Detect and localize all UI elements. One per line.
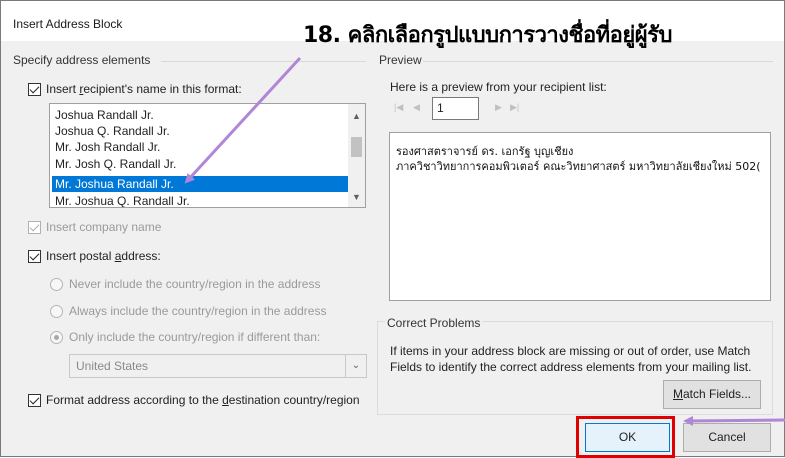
last-record-icon[interactable]: ▶|: [510, 102, 519, 113]
preview-heading: Preview: [379, 53, 422, 67]
previous-record-icon[interactable]: ◀: [413, 102, 420, 113]
dialog-title: Insert Address Block: [13, 17, 123, 31]
only-if-different-label: Only include the country/region if diffe…: [69, 330, 321, 344]
name-format-option[interactable]: Mr. Joshua Q. Randall Jr.: [52, 193, 348, 207]
always-include-country-radio[interactable]: [50, 305, 63, 318]
preview-separator: [423, 61, 773, 62]
specify-separator: [161, 61, 366, 62]
name-format-option[interactable]: Joshua Q. Randall Jr.: [52, 123, 348, 139]
name-format-option[interactable]: Mr. Josh Randall Jr.: [52, 139, 348, 155]
never-include-country-radio[interactable]: [50, 278, 63, 291]
name-format-option[interactable]: Mr. Josh Q. Randall Jr.: [52, 156, 348, 172]
never-include-country-label: Never include the country/region in the …: [69, 277, 321, 291]
name-format-option-selected[interactable]: Mr. Joshua Randall Jr.: [52, 176, 348, 192]
scroll-thumb[interactable]: [351, 137, 362, 157]
only-if-different-radio[interactable]: [50, 331, 63, 344]
tutorial-annotation: 18. คลิกเลือกรูปแบบการวางชื่อที่อยู่ผู้ร…: [303, 23, 672, 48]
insert-recipient-name-label: Insert recipient's name in this format:: [46, 82, 242, 96]
listbox-scrollbar[interactable]: ▲ ▼: [348, 104, 365, 207]
insert-recipient-name-checkbox[interactable]: [28, 83, 41, 96]
country-region-value: United States: [76, 359, 149, 373]
always-include-country-label: Always include the country/region in the…: [69, 304, 327, 318]
format-by-destination-label: Format address according to the destinat…: [46, 393, 360, 407]
insert-postal-address-checkbox[interactable]: [28, 250, 41, 263]
preview-line: ภาควิชาวิทยาการคอมพิวเตอร์ คณะวิทยาศาสตร…: [396, 160, 761, 173]
specify-heading: Specify address elements: [13, 53, 151, 67]
scroll-down-icon[interactable]: ▼: [348, 189, 365, 206]
chevron-down-icon[interactable]: ⌄: [345, 355, 366, 377]
record-number-input[interactable]: 1: [432, 97, 479, 120]
scroll-up-icon[interactable]: ▲: [348, 108, 365, 125]
next-record-icon[interactable]: ▶: [495, 102, 502, 113]
insert-address-block-dialog: Insert Address Block 18. คลิกเลือกรูปแบบ…: [0, 0, 785, 458]
first-record-icon[interactable]: |◀: [394, 102, 403, 113]
ok-highlight-box: [576, 416, 675, 458]
correct-problems-text-1: If items in your address block are missi…: [390, 344, 751, 358]
match-fields-button[interactable]: Match Fields...: [663, 380, 761, 409]
insert-company-label: Insert company name: [46, 220, 162, 234]
address-preview-box: รองศาสตราจารย์ ดร. เอกรัฐ บุญเชียง ภาควิ…: [389, 132, 771, 301]
insert-postal-address-label: Insert postal address:: [46, 249, 161, 263]
name-format-option[interactable]: Joshua Randall Jr.: [52, 107, 348, 123]
country-region-select[interactable]: United States ⌄: [69, 354, 367, 378]
cancel-button[interactable]: Cancel: [683, 423, 771, 452]
name-format-listbox[interactable]: Joshua Randall Jr. Joshua Q. Randall Jr.…: [49, 103, 366, 208]
correct-problems-text-2: Fields to identify the correct address e…: [390, 360, 752, 374]
correct-problems-heading: Correct Problems: [385, 316, 483, 330]
insert-company-checkbox[interactable]: [28, 221, 41, 234]
format-by-destination-checkbox[interactable]: [28, 394, 41, 407]
preview-intro: Here is a preview from your recipient li…: [390, 80, 607, 94]
